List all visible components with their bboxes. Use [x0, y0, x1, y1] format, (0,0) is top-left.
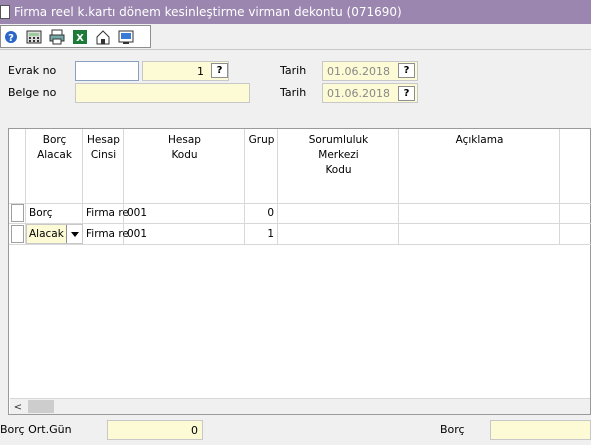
- svg-text:X: X: [76, 33, 84, 44]
- scroll-thumb[interactable]: [28, 400, 54, 413]
- evrak-lookup-button[interactable]: ?: [211, 63, 228, 78]
- print-icon[interactable]: [47, 27, 66, 46]
- calculator-icon[interactable]: [24, 27, 43, 46]
- chevron-down-icon[interactable]: [66, 225, 82, 243]
- table-cell-grup[interactable]: 1: [245, 228, 274, 240]
- header-aciklama[interactable]: Açıklama: [399, 133, 560, 148]
- header-hesap-cinsi[interactable]: Hesap Cinsi: [83, 133, 124, 163]
- header-hesap-kodu[interactable]: Hesap Kodu: [124, 133, 245, 163]
- toolbar-button-group: ? X: [0, 25, 151, 48]
- table-cell-hesap-cinsi[interactable]: Firma re: [86, 207, 129, 219]
- header-borc-alacak[interactable]: Borç Alacak: [26, 133, 83, 163]
- toolbar: ? X: [0, 24, 591, 50]
- tarih-label: Tarih: [280, 64, 307, 77]
- tarih2-label: Tarih: [280, 86, 307, 99]
- row-selector[interactable]: [11, 225, 24, 243]
- table-cell-hesap-kodu[interactable]: 001: [127, 228, 147, 240]
- row-selector[interactable]: [11, 204, 24, 222]
- table-cell-hesap-cinsi[interactable]: Firma re: [86, 228, 129, 240]
- borc-ort-gun-input[interactable]: 0: [107, 420, 203, 440]
- horizontal-scrollbar[interactable]: <: [10, 398, 590, 414]
- scroll-left-icon[interactable]: <: [10, 399, 26, 415]
- header-sorumluluk[interactable]: Sorumluluk Merkezi Kodu: [278, 133, 399, 178]
- excel-icon[interactable]: X: [70, 27, 89, 46]
- preview-icon[interactable]: [116, 27, 135, 46]
- row-divider: [9, 244, 591, 245]
- entries-grid[interactable]: Borç Alacak Hesap Cinsi Hesap Kodu Grup Sor…: [8, 128, 591, 415]
- window-title: Firma reel k.kartı dönem kesinleştirme v…: [14, 5, 402, 19]
- borc-total-label: Borç: [440, 423, 465, 436]
- borc-alacak-dropdown[interactable]: Alacak: [26, 224, 83, 244]
- document-icon: [0, 5, 10, 19]
- title-bar: Firma reel k.kartı dönem kesinleştirme v…: [0, 0, 591, 24]
- svg-text:?: ?: [8, 33, 14, 44]
- table-cell-grup[interactable]: 0: [245, 207, 274, 219]
- header-divider: [9, 203, 591, 204]
- borc-total-input[interactable]: [490, 420, 591, 440]
- evrak-seri-input[interactable]: [75, 61, 139, 81]
- belge-no-input[interactable]: [75, 83, 250, 103]
- table-cell-borc-alacak[interactable]: Borç: [29, 207, 53, 219]
- tarih2-lookup-button[interactable]: ?: [398, 86, 415, 101]
- help-icon[interactable]: ?: [1, 27, 20, 46]
- dropdown-value: Alacak: [29, 228, 64, 240]
- table-cell-hesap-kodu[interactable]: 001: [127, 207, 147, 219]
- borc-ort-gun-label: Borç Ort.Gün: [0, 423, 72, 436]
- header-grup[interactable]: Grup: [245, 133, 278, 148]
- evrak-no-label: Evrak no: [8, 64, 57, 77]
- tarih-lookup-button[interactable]: ?: [398, 63, 415, 78]
- belge-no-label: Belge no: [8, 86, 57, 99]
- save-icon[interactable]: [93, 27, 112, 46]
- row-divider: [9, 223, 591, 224]
